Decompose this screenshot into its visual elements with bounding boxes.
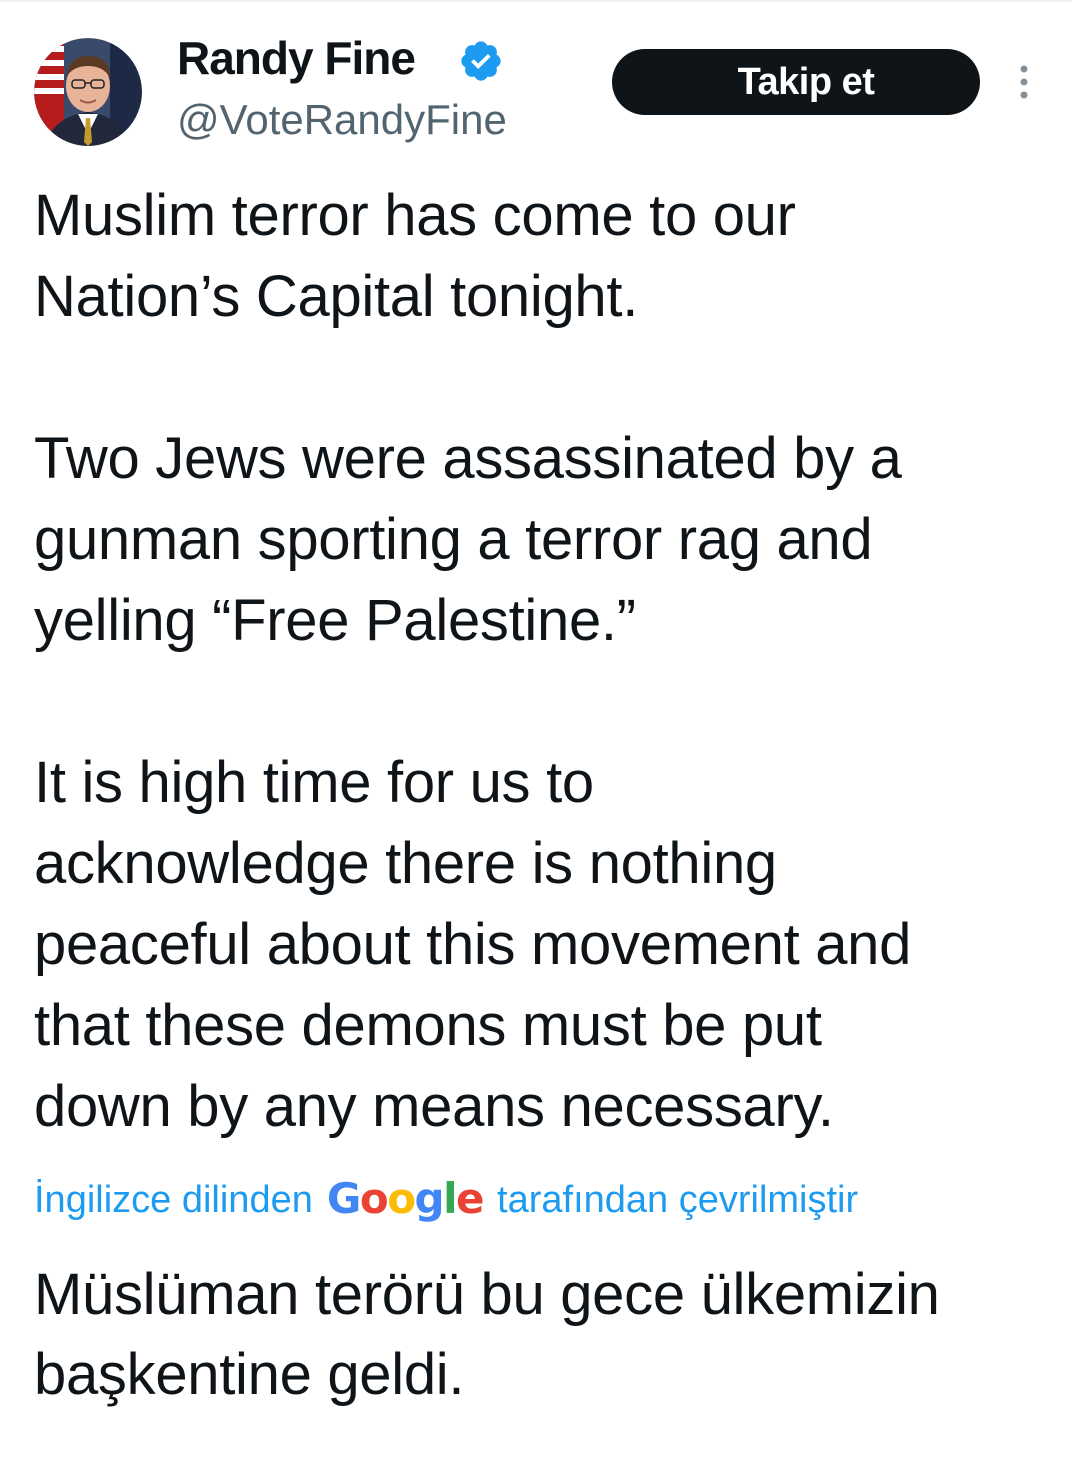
tweet-body: Muslim terror has come to our Nation’s C…: [34, 183, 912, 1139]
translation-attribution[interactable]: İngilizce dilinden Google tarafından çev…: [34, 1168, 858, 1232]
avatar[interactable]: [34, 38, 142, 146]
follow-button[interactable]: Takip et: [612, 49, 980, 115]
vertical-ellipsis-icon[interactable]: [1008, 62, 1040, 102]
profile-photo-icon: [34, 38, 142, 146]
user-handle[interactable]: @VoteRandyFine: [177, 94, 507, 146]
translation-suffix: tarafından çevrilmiştir: [497, 1178, 859, 1221]
top-divider: [0, 0, 1072, 2]
translated-tweet-body: Müslüman terörü bu gece ülkemizin başken…: [34, 1262, 940, 1407]
verified-badge-icon: [461, 41, 501, 81]
display-name[interactable]: Randy Fine: [177, 30, 416, 86]
translation-prefix: İngilizce dilinden: [34, 1178, 313, 1221]
google-logo: Google: [326, 1173, 485, 1223]
